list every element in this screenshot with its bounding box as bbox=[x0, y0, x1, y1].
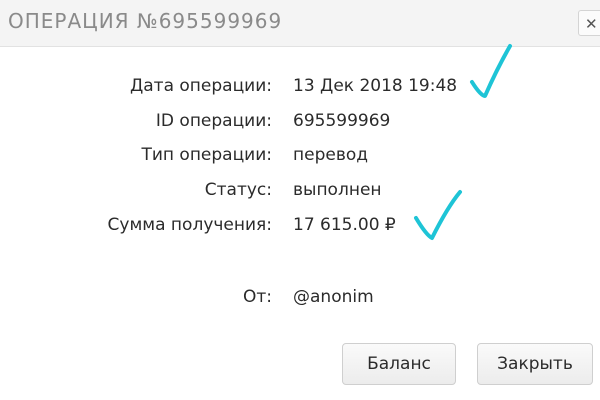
sender-label: От: bbox=[242, 287, 272, 307]
amount-value: 17 615.00 ₽ bbox=[293, 215, 396, 235]
type-value: перевод bbox=[293, 145, 368, 165]
checkmark-icon bbox=[414, 190, 462, 240]
id-label: ID операции: bbox=[155, 111, 272, 131]
date-value: 13 Дек 2018 19:48 bbox=[293, 76, 458, 96]
sender-value: @anonim bbox=[293, 287, 374, 307]
date-label: Дата операции: bbox=[129, 76, 272, 96]
detail-row-type: Тип операции: перевод bbox=[0, 145, 600, 175]
id-value: 695599969 bbox=[293, 111, 391, 131]
detail-row-sender: От: @anonim bbox=[0, 287, 600, 317]
detail-row-status: Статус: выполнен bbox=[0, 180, 600, 210]
close-button[interactable]: Закрыть bbox=[477, 343, 593, 385]
detail-row-id: ID операции: 695599969 bbox=[0, 111, 600, 141]
checkmark-icon bbox=[470, 44, 512, 98]
status-label: Статус: bbox=[204, 180, 272, 200]
amount-label: Сумма получения: bbox=[107, 215, 272, 235]
balance-button[interactable]: Баланс bbox=[342, 343, 456, 385]
status-value: выполнен bbox=[293, 180, 382, 200]
close-icon[interactable]: ✕ bbox=[578, 10, 600, 36]
type-label: Тип операции: bbox=[141, 145, 272, 165]
detail-row-amount: Сумма получения: 17 615.00 ₽ bbox=[0, 215, 600, 245]
dialog-title: ОПЕРАЦИЯ №695599969 bbox=[8, 9, 283, 33]
